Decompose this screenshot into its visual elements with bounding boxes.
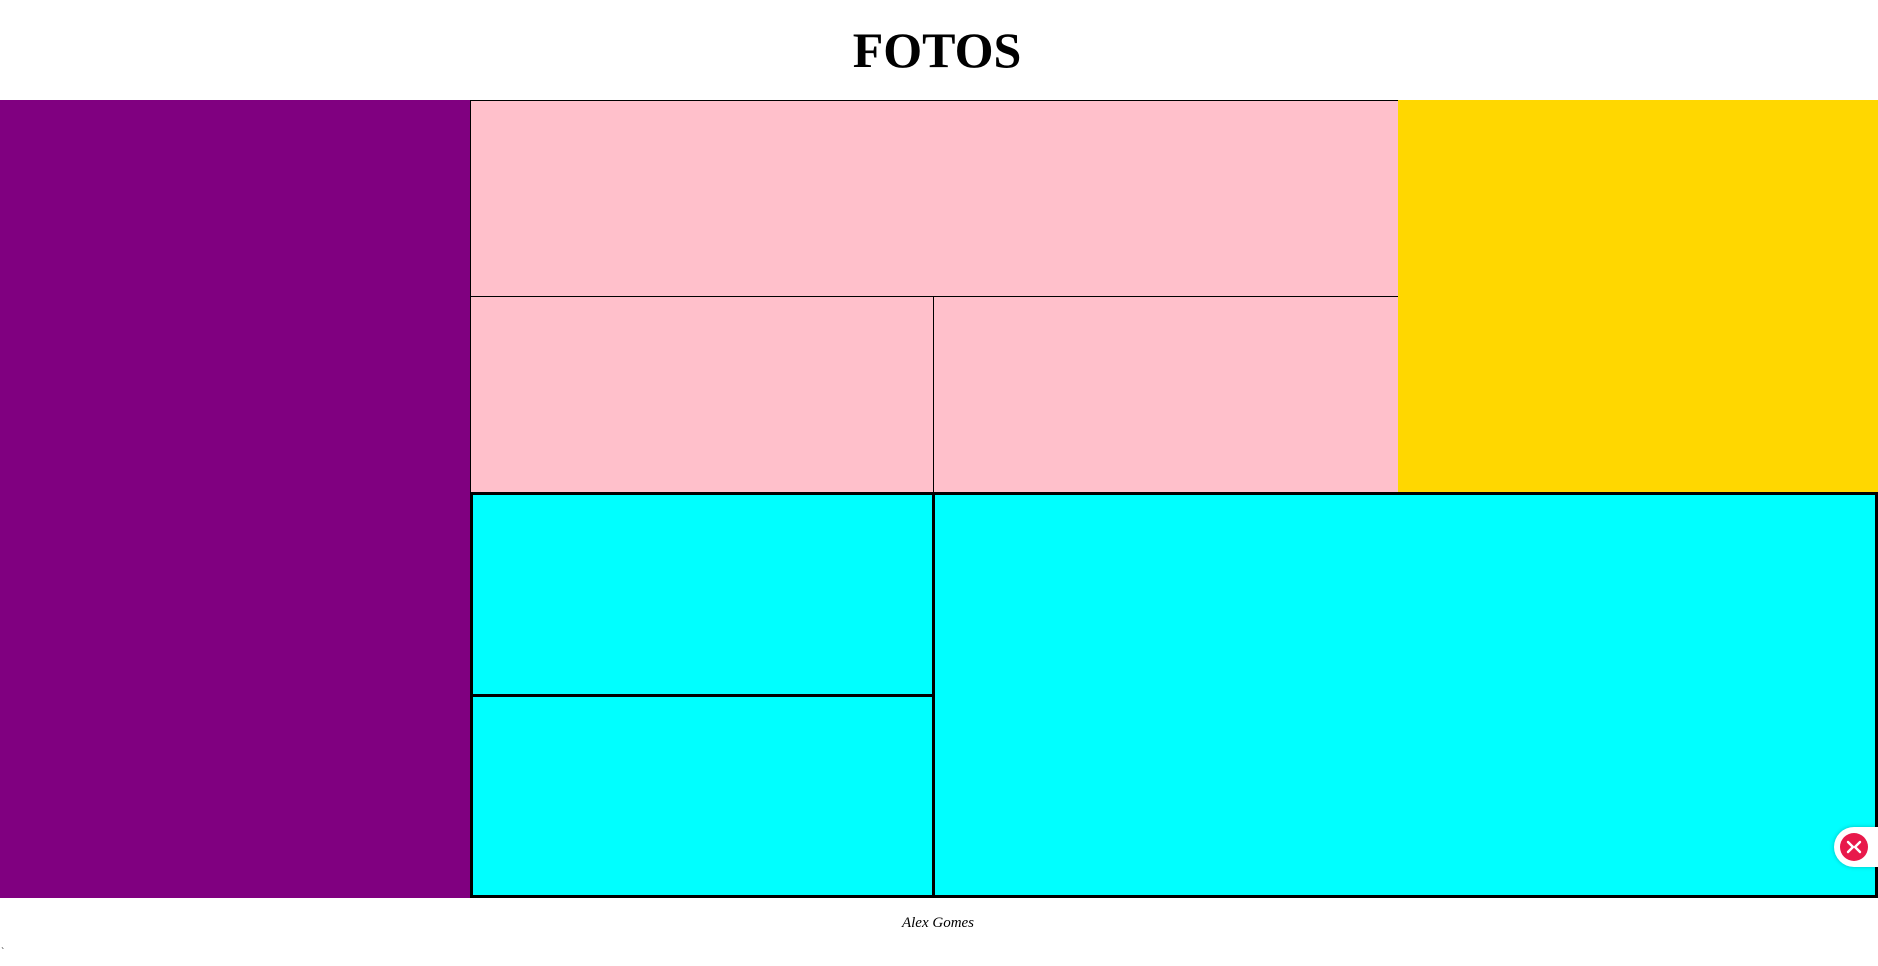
photo-gallery (0, 100, 1878, 898)
photo-tile-right (1398, 100, 1878, 493)
collapse-arrows-icon (1840, 833, 1868, 861)
page-footer: Alex Gomes (0, 911, 1878, 935)
floating-collapse-button[interactable] (1834, 827, 1878, 867)
photo-tile-middle-left (470, 296, 935, 493)
photo-tile-lower-left-top (470, 492, 935, 697)
photo-tile-lower-left-bottom (470, 694, 935, 898)
photo-tile-left (0, 100, 471, 898)
stray-mark: ` (1, 947, 5, 958)
photo-tile-top-wide (470, 100, 1399, 297)
page-header: FOTOS (0, 0, 1878, 100)
author-name: Alex Gomes (901, 914, 975, 931)
photo-tile-lower-right-large (932, 492, 1878, 898)
photo-tile-middle-right (933, 296, 1399, 493)
page-title: FOTOS (852, 22, 1022, 78)
